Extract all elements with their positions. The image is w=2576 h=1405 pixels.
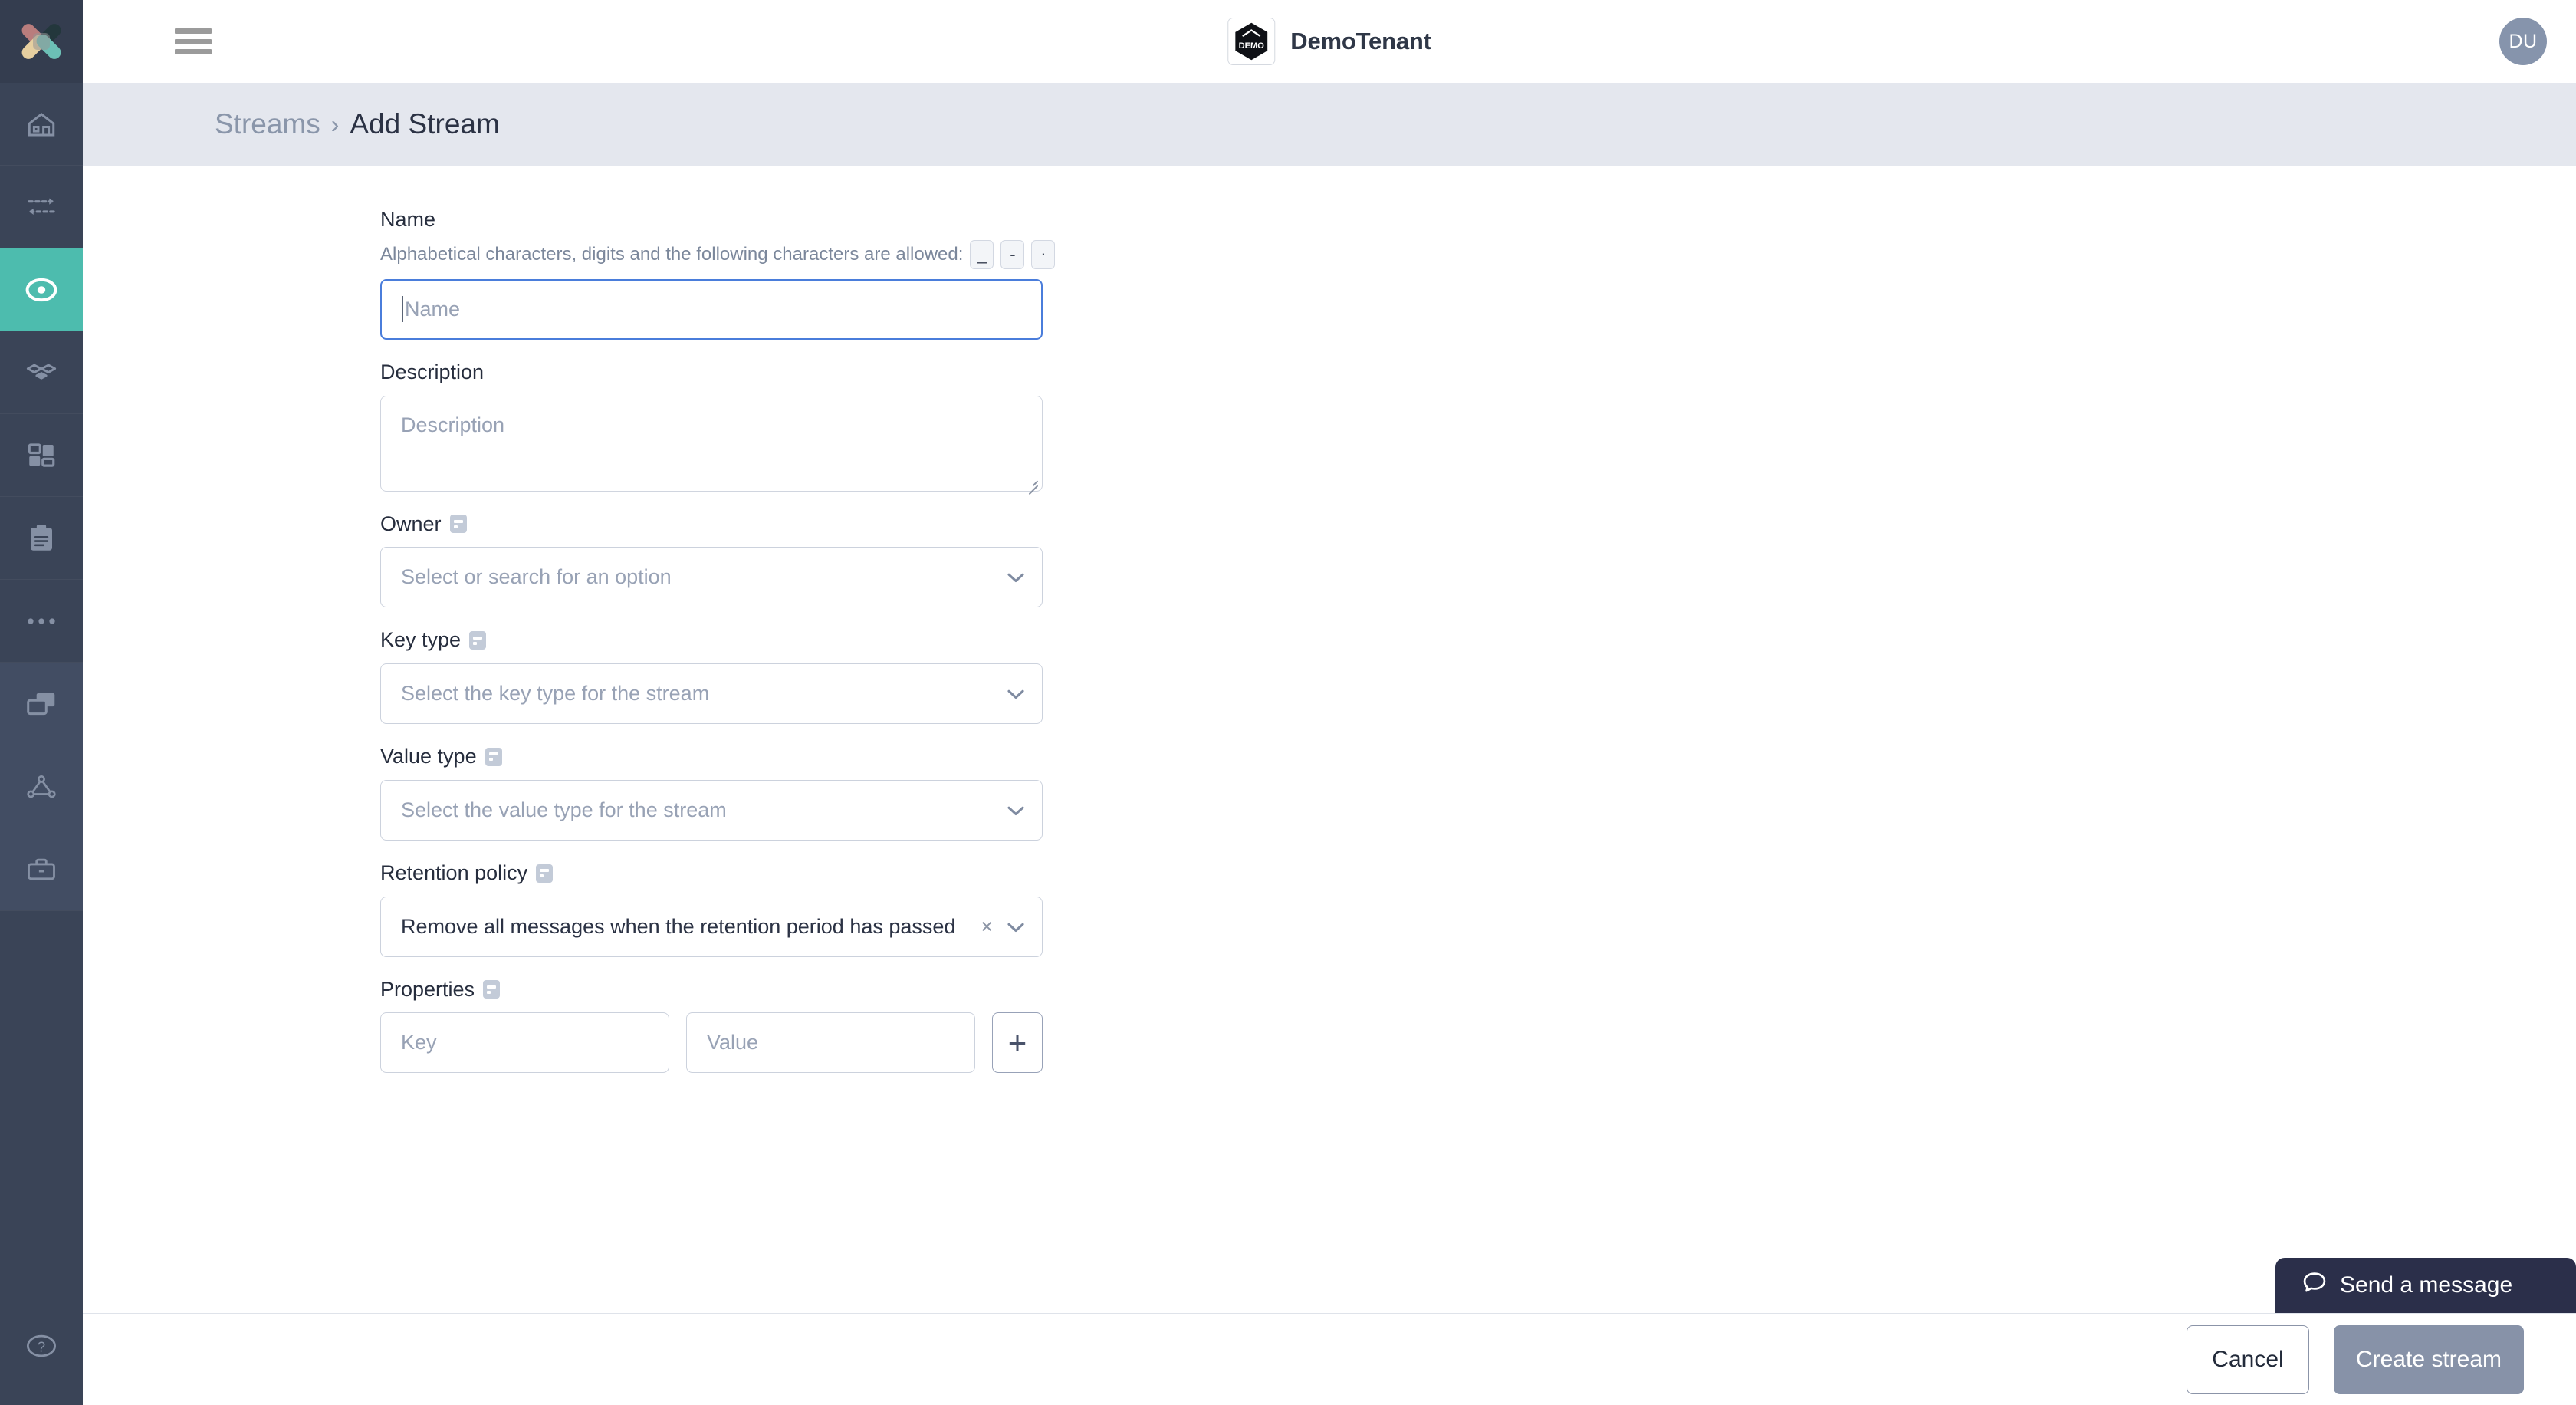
ellipsis-icon bbox=[25, 616, 58, 627]
info-tooltip-icon[interactable] bbox=[536, 864, 554, 883]
clear-selection-icon[interactable]: × bbox=[981, 915, 993, 939]
field-name: Name Alphabetical characters, digits and… bbox=[380, 207, 2576, 340]
info-tooltip-icon[interactable] bbox=[485, 747, 502, 766]
sidebar-item-dashboards[interactable] bbox=[0, 414, 83, 497]
sidebar-item-network[interactable] bbox=[0, 745, 83, 828]
allowed-char-period: . bbox=[1031, 239, 1056, 269]
chat-widget-label: Send a message bbox=[2340, 1272, 2513, 1298]
topbar: DEMO DemoTenant DU bbox=[83, 0, 2576, 83]
info-tooltip-icon[interactable] bbox=[483, 980, 501, 999]
app-logo[interactable] bbox=[0, 0, 83, 83]
sidebar-item-instances[interactable] bbox=[0, 663, 83, 745]
value-type-label: Value type bbox=[380, 745, 477, 768]
value-type-select-placeholder: Select the value type for the stream bbox=[401, 798, 727, 821]
svg-text:?: ? bbox=[38, 1338, 45, 1354]
value-type-select[interactable]: Select the value type for the stream bbox=[380, 779, 1043, 841]
data-flow-icon bbox=[25, 192, 58, 222]
sidebar-spacer bbox=[0, 911, 83, 1290]
home-icon bbox=[25, 108, 58, 140]
owner-select[interactable]: Select or search for an option bbox=[380, 547, 1043, 608]
app-logo-x-icon bbox=[18, 18, 65, 65]
sidebar-item-connectors[interactable] bbox=[0, 166, 83, 248]
app-root: ? DEMO DemoTenant DU Streams › Add Strea… bbox=[0, 0, 2576, 1405]
page-title: Add Stream bbox=[350, 108, 500, 140]
info-tooltip-icon[interactable] bbox=[449, 515, 467, 534]
property-value-input[interactable]: Value bbox=[686, 1012, 975, 1074]
property-key-input[interactable]: Key bbox=[380, 1012, 669, 1074]
description-input[interactable]: Description bbox=[380, 395, 1043, 492]
name-hint-row: Alphabetical characters, digits and the … bbox=[380, 239, 2576, 269]
help-circle-icon: ? bbox=[24, 1331, 59, 1364]
sidebar-item-help[interactable]: ? bbox=[0, 1290, 83, 1405]
resize-handle[interactable] bbox=[1025, 475, 1038, 488]
sidebar-item-reports[interactable] bbox=[0, 497, 83, 580]
main-column: DEMO DemoTenant DU Streams › Add Stream … bbox=[83, 0, 2576, 1405]
chat-bubble-icon bbox=[2302, 1271, 2328, 1300]
record-dot-icon bbox=[24, 275, 59, 304]
name-input-placeholder: Name bbox=[405, 297, 461, 321]
sidebar-item-home[interactable] bbox=[0, 83, 83, 166]
hamburger-menu-icon[interactable] bbox=[175, 28, 212, 54]
sidebar-item-streams[interactable] bbox=[0, 248, 83, 331]
owner-label: Owner bbox=[380, 512, 442, 535]
description-label: Description bbox=[380, 360, 485, 383]
allowed-char-underscore: _ bbox=[970, 239, 994, 269]
name-input[interactable]: Name bbox=[380, 278, 1043, 340]
key-type-select[interactable]: Select the key type for the stream bbox=[380, 663, 1043, 724]
plus-icon: + bbox=[1007, 1024, 1027, 1061]
chevron-down-icon bbox=[1007, 682, 1025, 706]
form-footer: Cancel Create stream bbox=[83, 1313, 2576, 1405]
grid-tiles-icon bbox=[25, 439, 58, 472]
add-property-button[interactable]: + bbox=[992, 1012, 1043, 1074]
tenant-identity: DEMO DemoTenant bbox=[1227, 18, 1431, 65]
add-stream-form: Name Alphabetical characters, digits and… bbox=[83, 166, 2576, 1313]
chevron-down-icon bbox=[1007, 915, 1025, 939]
field-owner: Owner Select or search for an option bbox=[380, 512, 2576, 608]
sidebar-item-topology[interactable] bbox=[0, 331, 83, 414]
topology-icon bbox=[24, 358, 59, 387]
copy-windows-icon bbox=[25, 689, 58, 719]
field-properties: Properties Key Value + bbox=[380, 977, 2576, 1074]
owner-select-placeholder: Select or search for an option bbox=[401, 565, 672, 589]
clipboard-icon bbox=[26, 522, 57, 554]
property-value-placeholder: Value bbox=[707, 1031, 759, 1055]
chevron-down-icon bbox=[1007, 565, 1025, 589]
property-key-placeholder: Key bbox=[401, 1031, 437, 1055]
tenant-name: DemoTenant bbox=[1290, 28, 1431, 54]
field-key-type: Key type Select the key type for the str… bbox=[380, 627, 2576, 724]
tenant-logo[interactable]: DEMO bbox=[1227, 18, 1276, 65]
retention-policy-value: Remove all messages when the retention p… bbox=[401, 914, 956, 938]
sidebar-nav: ? bbox=[0, 83, 83, 1405]
name-label: Name bbox=[380, 208, 436, 231]
name-hint-text: Alphabetical characters, digits and the … bbox=[380, 243, 964, 265]
field-retention-policy: Retention policy Remove all messages whe… bbox=[380, 860, 2576, 957]
allowed-char-hyphen: - bbox=[1001, 239, 1025, 269]
field-description: Description Description bbox=[380, 360, 2576, 492]
breadcrumb-parent-link[interactable]: Streams bbox=[215, 108, 320, 140]
briefcase-icon bbox=[25, 855, 58, 884]
key-type-label: Key type bbox=[380, 628, 462, 652]
breadcrumb-separator-icon: › bbox=[330, 110, 340, 138]
chat-widget[interactable]: Send a message bbox=[2275, 1258, 2576, 1313]
create-stream-button[interactable]: Create stream bbox=[2334, 1324, 2524, 1394]
demo-hexagon-icon: DEMO bbox=[1235, 22, 1268, 61]
sidebar: ? bbox=[0, 0, 83, 1405]
description-input-placeholder: Description bbox=[401, 413, 505, 436]
sidebar-item-workspace[interactable] bbox=[0, 828, 83, 911]
chevron-down-icon bbox=[1007, 798, 1025, 822]
key-type-select-placeholder: Select the key type for the stream bbox=[401, 682, 710, 705]
properties-label: Properties bbox=[380, 977, 475, 1001]
retention-policy-label: Retention policy bbox=[380, 860, 528, 884]
info-tooltip-icon[interactable] bbox=[469, 631, 487, 650]
property-row: Key Value + bbox=[380, 1012, 2576, 1074]
sidebar-item-more[interactable] bbox=[0, 580, 83, 663]
retention-policy-select[interactable]: Remove all messages when the retention p… bbox=[380, 896, 1043, 957]
cancel-button[interactable]: Cancel bbox=[2187, 1324, 2309, 1394]
text-caret bbox=[402, 296, 403, 323]
triangle-nodes-icon bbox=[25, 772, 58, 801]
field-value-type: Value type Select the value type for the… bbox=[380, 744, 2576, 841]
tenant-logo-text: DEMO bbox=[1239, 41, 1265, 51]
avatar[interactable]: DU bbox=[2499, 18, 2547, 65]
breadcrumb: Streams › Add Stream bbox=[83, 83, 2576, 166]
